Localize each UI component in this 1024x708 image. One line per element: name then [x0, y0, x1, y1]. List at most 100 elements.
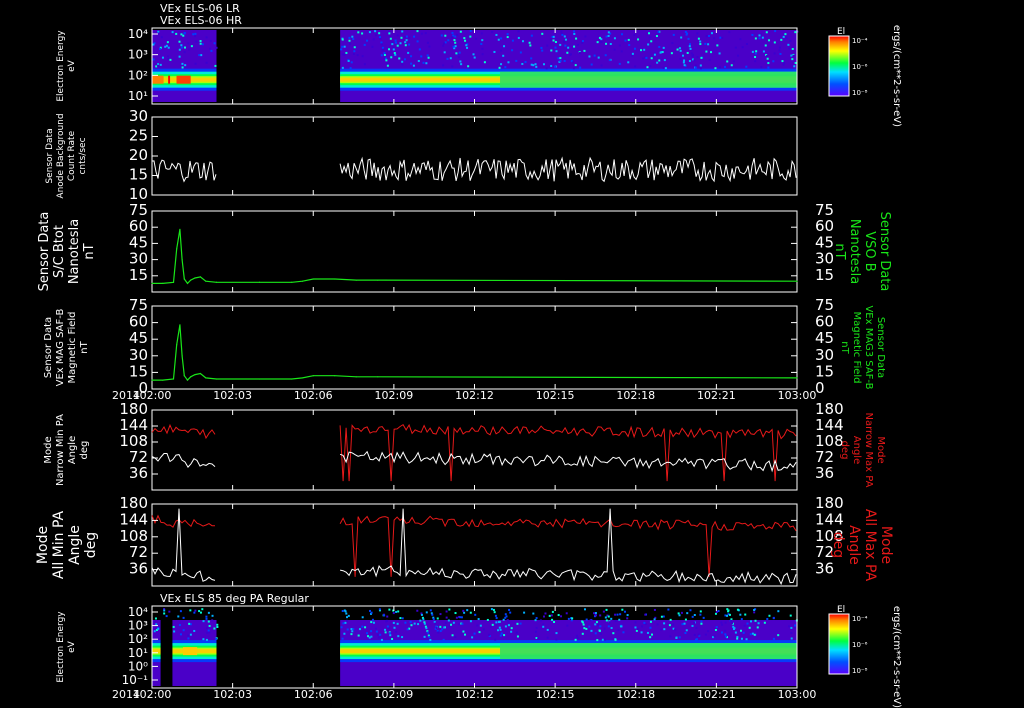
spectrogram-speckle	[504, 613, 507, 616]
spectrogram-speckle	[493, 50, 496, 53]
spectrogram-speckle	[612, 632, 615, 635]
spectrogram-speckle	[589, 619, 592, 622]
spectrogram-speckle	[155, 623, 158, 626]
spectrogram-speckle	[785, 36, 788, 39]
spectrogram-speckle	[546, 636, 549, 639]
y-axis-label-line: S/C Btot	[52, 225, 67, 278]
spectrogram-speckle	[554, 65, 557, 68]
spectrogram-speckle	[689, 47, 692, 50]
spectrogram-speckle	[561, 33, 564, 36]
spectrogram-speckle	[576, 43, 579, 46]
y-tick-label-right: 60	[815, 313, 834, 331]
spectrogram-speckle	[694, 64, 697, 67]
spectrogram-speckle	[341, 45, 344, 48]
spectrogram-speckle	[455, 52, 458, 55]
spectrogram-speckle	[389, 634, 392, 637]
spectrogram-speckle	[495, 33, 498, 36]
spectrogram-speckle	[535, 626, 538, 629]
spectrogram-speckle	[394, 41, 397, 44]
spectrogram-speckle	[552, 39, 555, 42]
y-tick-label: 15	[129, 362, 148, 380]
spectrogram-speckle	[471, 636, 474, 639]
data-point	[312, 278, 314, 280]
spectrogram-speckle	[753, 633, 756, 636]
y-axis-label: Mode Narrow Min PA Angle deg	[43, 414, 90, 486]
spectrogram-speckle	[668, 624, 671, 627]
spectrogram-speckle	[554, 46, 557, 49]
series-line	[152, 324, 798, 382]
spectrogram-speckle	[754, 56, 757, 59]
spectrogram-speckle	[506, 36, 509, 39]
spectrogram-speckle	[555, 638, 558, 641]
colorbar-tick-label: 10⁻⁶	[852, 63, 868, 71]
spectrogram-speckle	[499, 628, 502, 631]
spectrogram-speckle	[379, 633, 382, 636]
spectrogram-speckle	[680, 611, 683, 614]
data-point	[796, 377, 798, 379]
spectrogram-speckle	[794, 626, 797, 629]
spectrogram-speckle	[216, 626, 219, 629]
spectrogram-speckle	[392, 48, 395, 51]
spectrogram-speckle	[380, 41, 383, 44]
spectrogram-speckle	[730, 64, 733, 67]
data-point	[172, 378, 175, 380]
spectrogram-speckle	[745, 638, 748, 641]
spectrogram-speckle	[607, 615, 610, 618]
spectrogram-speckle	[646, 66, 649, 69]
y-axis-label: Electron Energy eV	[56, 30, 77, 102]
spectrogram-speckle	[426, 41, 429, 44]
spectrogram-speckle	[573, 30, 576, 33]
data-point	[215, 378, 218, 380]
spectrogram-speckle	[490, 608, 493, 611]
spectrogram-speckle	[516, 622, 519, 625]
spectrogram-speckle	[605, 619, 608, 622]
spectrogram-speckle	[205, 61, 208, 64]
spectrogram-speckle	[378, 36, 381, 39]
spectrogram-speckle	[368, 636, 371, 639]
spectrogram-speckle	[404, 621, 407, 624]
spectrogram-speckle	[199, 611, 202, 614]
spectrogram-speckle	[624, 39, 627, 42]
spectrogram-speckle	[187, 637, 190, 640]
colorbar	[828, 613, 850, 675]
spectrogram-speckle	[551, 618, 554, 621]
series-line	[151, 453, 216, 468]
y-tick-label: 15	[129, 166, 148, 184]
spectrogram-speckle	[343, 53, 346, 56]
spectrogram-speckle	[559, 57, 562, 60]
spectrogram-speckle	[163, 612, 166, 615]
spectrogram-speckle	[401, 30, 404, 33]
spectrogram-speckle	[175, 32, 178, 35]
spectrogram-speckle	[410, 624, 413, 627]
x-tick-label: 103:00	[778, 389, 817, 402]
spectrogram-speckle	[773, 52, 776, 55]
data-point	[162, 282, 164, 284]
spectrogram-speckle	[205, 615, 208, 618]
spectrogram-speckle	[166, 41, 169, 44]
y-axis-label: Electron Energy eV	[56, 611, 77, 683]
spectrogram-speckle	[597, 56, 600, 59]
spectrogram-speckle	[530, 57, 533, 60]
data-gap	[164, 620, 173, 686]
spectrogram-speckle	[613, 48, 616, 51]
title-line-2: VEx ELS-06 HR	[160, 14, 242, 27]
spectrogram-speckle	[572, 67, 575, 70]
spectrogram-speckle	[683, 64, 686, 67]
spectrogram-speckle	[620, 50, 623, 53]
spectrogram-speckle	[754, 37, 757, 40]
spectrogram-speckle	[464, 39, 467, 42]
spectrogram-speckle	[588, 625, 591, 628]
spectrogram-segment	[340, 30, 799, 102]
spectrogram-speckle	[748, 626, 751, 629]
spectrogram-speckle	[581, 40, 584, 43]
spectrogram-speckle	[662, 615, 665, 618]
spectrogram-speckle	[347, 59, 350, 62]
y-axis-label-line: Sensor Data	[43, 317, 54, 378]
panel-frame	[151, 409, 798, 491]
spectrogram-speckle	[426, 54, 429, 57]
y-axis-label-right: ModeNarrow Max PAAngledeg	[839, 413, 886, 488]
spectrogram-speckle	[190, 45, 193, 48]
spectrogram-speckle	[693, 633, 696, 636]
spectrogram-speckle	[678, 47, 681, 50]
spectrogram-speckle	[425, 62, 428, 65]
